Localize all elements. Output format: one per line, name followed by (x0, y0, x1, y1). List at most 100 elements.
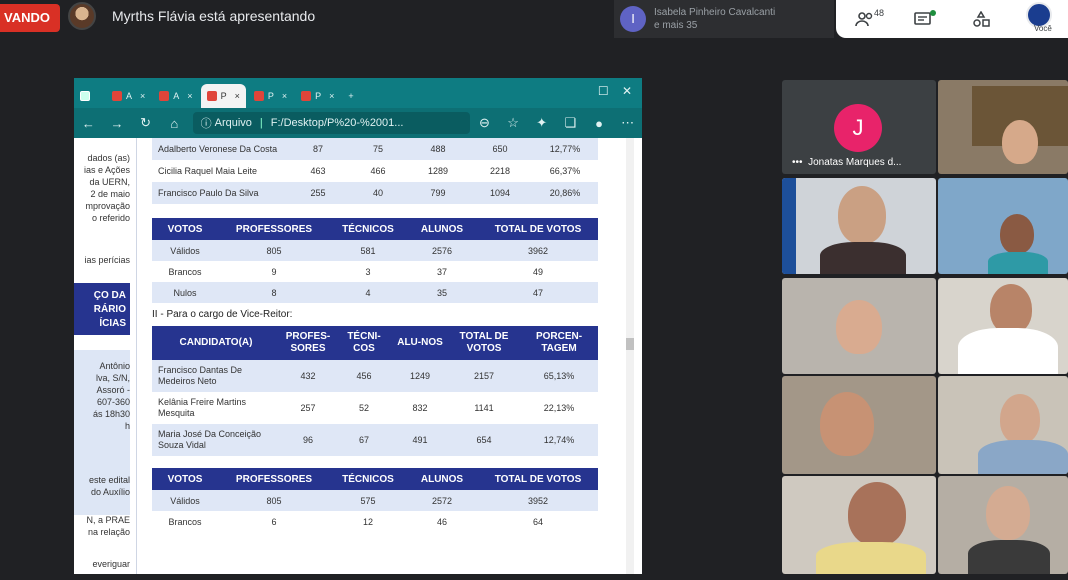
tab-label: P (267, 91, 274, 101)
participant-tile[interactable] (938, 476, 1068, 574)
browser-tab[interactable]: P × (295, 84, 340, 108)
url-field[interactable]: ⓘ Arquivo | F:/Desktop/P%20-%2001... (192, 112, 471, 134)
browser-tab[interactable]: A × (106, 84, 151, 108)
table-row: Kelânia Freire Martins Mesquita 257 52 8… (152, 392, 598, 424)
address-label: Arquivo (214, 117, 252, 129)
presenter-info: Myrths Flávia está apresentando (68, 2, 315, 30)
table-cell: 6 (271, 516, 277, 527)
table-cell: Nulos (152, 282, 218, 303)
participant-tile-jonatas[interactable]: J ••• Jonatas Marques d... (782, 80, 936, 174)
participant-tile[interactable] (782, 178, 936, 274)
pdf-icon (206, 91, 217, 101)
participant-video (990, 284, 1032, 334)
participant-name: ••• Jonatas Marques d... (792, 157, 901, 168)
browser-tab-bar: A × A × P × P × P × + ☐ ✕ (74, 78, 642, 108)
profile-icon[interactable]: ● (585, 116, 614, 131)
participant-video (838, 186, 886, 244)
votes-table-vice-rector: VOTOS PROFESSORES TÉCNICOS ALUNOS TOTAL … (152, 468, 598, 532)
participant-body (968, 540, 1050, 574)
more-options-icon[interactable]: ••• (792, 157, 803, 168)
new-tab-button[interactable]: + (342, 84, 359, 108)
candidate-name: Cicilia Raquel Maia Leite (158, 165, 258, 176)
participant-video (848, 482, 906, 546)
table-cell: 575 (330, 490, 406, 511)
browser-tab[interactable]: P × (248, 84, 293, 108)
shapes-icon (973, 11, 990, 27)
close-icon[interactable]: × (282, 91, 287, 101)
participant-body (988, 252, 1048, 274)
table-cell: 432 (280, 360, 336, 392)
column-header: ALUNOS (406, 468, 478, 490)
meet-screen: VANDO Myrths Flávia está apresentando I … (0, 0, 1068, 580)
url-text: F:/Desktop/P%20-%2001... (270, 117, 404, 129)
table-row: Nulos 8 4 35 47 (152, 282, 598, 303)
table-cell: 3952 (478, 490, 598, 511)
table-cell: 12,74% (520, 424, 598, 456)
participant-tile[interactable] (938, 278, 1068, 374)
column-header: VOTOS (152, 218, 218, 240)
tab-label: A (173, 91, 180, 101)
banner (782, 178, 796, 274)
table-row: Adalberto Veronese Da Costa 87 75 488 65… (152, 138, 598, 160)
browser-tab[interactable]: A × (153, 84, 198, 108)
browser-tab-active[interactable]: P × (200, 84, 246, 108)
meet-top-bar: VANDO Myrths Flávia está apresentando I … (0, 0, 1068, 40)
table-cell: 67 (336, 424, 392, 456)
document-scrollbar[interactable] (626, 138, 634, 574)
fragment-line: ias perícias (84, 255, 130, 265)
people-button[interactable]: 48 (836, 0, 894, 38)
activities-button[interactable] (952, 0, 1010, 38)
recording-badge: VANDO (0, 4, 60, 32)
presenter-avatar (68, 2, 96, 30)
back-icon[interactable]: ← (74, 116, 103, 131)
close-icon[interactable]: × (187, 91, 192, 101)
participant-tile[interactable] (782, 376, 936, 474)
self-avatar-button[interactable]: Você (1010, 0, 1068, 38)
table-cell: 650 (468, 138, 532, 160)
close-icon[interactable]: ✕ (622, 84, 632, 98)
participant-tile[interactable] (938, 80, 1068, 174)
pdf-icon (301, 91, 312, 101)
collections-icon[interactable]: ❏ (556, 115, 585, 131)
participant-body (816, 542, 926, 574)
table-cell: 12,77% (532, 138, 598, 160)
table-cell: 4 (330, 282, 406, 303)
participant-tile[interactable] (938, 376, 1068, 474)
close-icon[interactable]: × (140, 91, 145, 101)
pdf-icon (159, 91, 170, 101)
maximize-icon[interactable]: ☐ (598, 84, 609, 98)
table-cell: 257 (300, 403, 316, 413)
participants-pill[interactable]: I Isabela Pinheiro Cavalcanti e mais 35 (614, 0, 834, 38)
participant-tile[interactable] (938, 178, 1068, 274)
scrollbar-thumb[interactable] (626, 338, 634, 350)
table-cell: 75 (348, 138, 408, 160)
participant-tile[interactable] (782, 476, 936, 574)
refresh-icon[interactable]: ↻ (131, 115, 160, 131)
participant-tile[interactable] (782, 278, 936, 374)
participant-video (1000, 214, 1034, 254)
window-controls[interactable]: ☐ ✕ (598, 84, 632, 98)
fragment-line: o referido (91, 213, 130, 223)
column-header: TÉCNI-COS (336, 326, 392, 360)
zoom-icon[interactable]: ⊖ (470, 115, 499, 131)
forward-icon[interactable]: → (103, 116, 132, 131)
read-aloud-icon[interactable]: ☆ (499, 115, 528, 131)
column-header: PROFES-SORES (280, 326, 336, 360)
tab-actions[interactable] (74, 84, 104, 108)
close-icon[interactable]: × (329, 91, 334, 101)
table-cell: 581 (330, 240, 406, 261)
table-cell: 87 (288, 138, 348, 160)
participants-pill-text: Isabela Pinheiro Cavalcanti e mais 35 (654, 6, 775, 32)
extensions-icon[interactable]: ✦ (527, 115, 556, 131)
participant-more: e mais 35 (654, 20, 698, 31)
home-icon[interactable]: ⌂ (160, 116, 189, 131)
tab-actions-icon (80, 91, 90, 101)
close-icon[interactable]: × (235, 91, 240, 101)
chat-button[interactable] (894, 0, 952, 38)
column-header: TOTAL DE VOTOS (478, 218, 598, 240)
more-icon[interactable]: ⋯ (613, 115, 642, 131)
table-cell: 40 (348, 182, 408, 204)
participant-name-text: Jonatas Marques d... (808, 157, 902, 168)
candidate-name: Kelânia Freire Martins Mesquita (158, 397, 247, 418)
participant-body (958, 328, 1058, 374)
